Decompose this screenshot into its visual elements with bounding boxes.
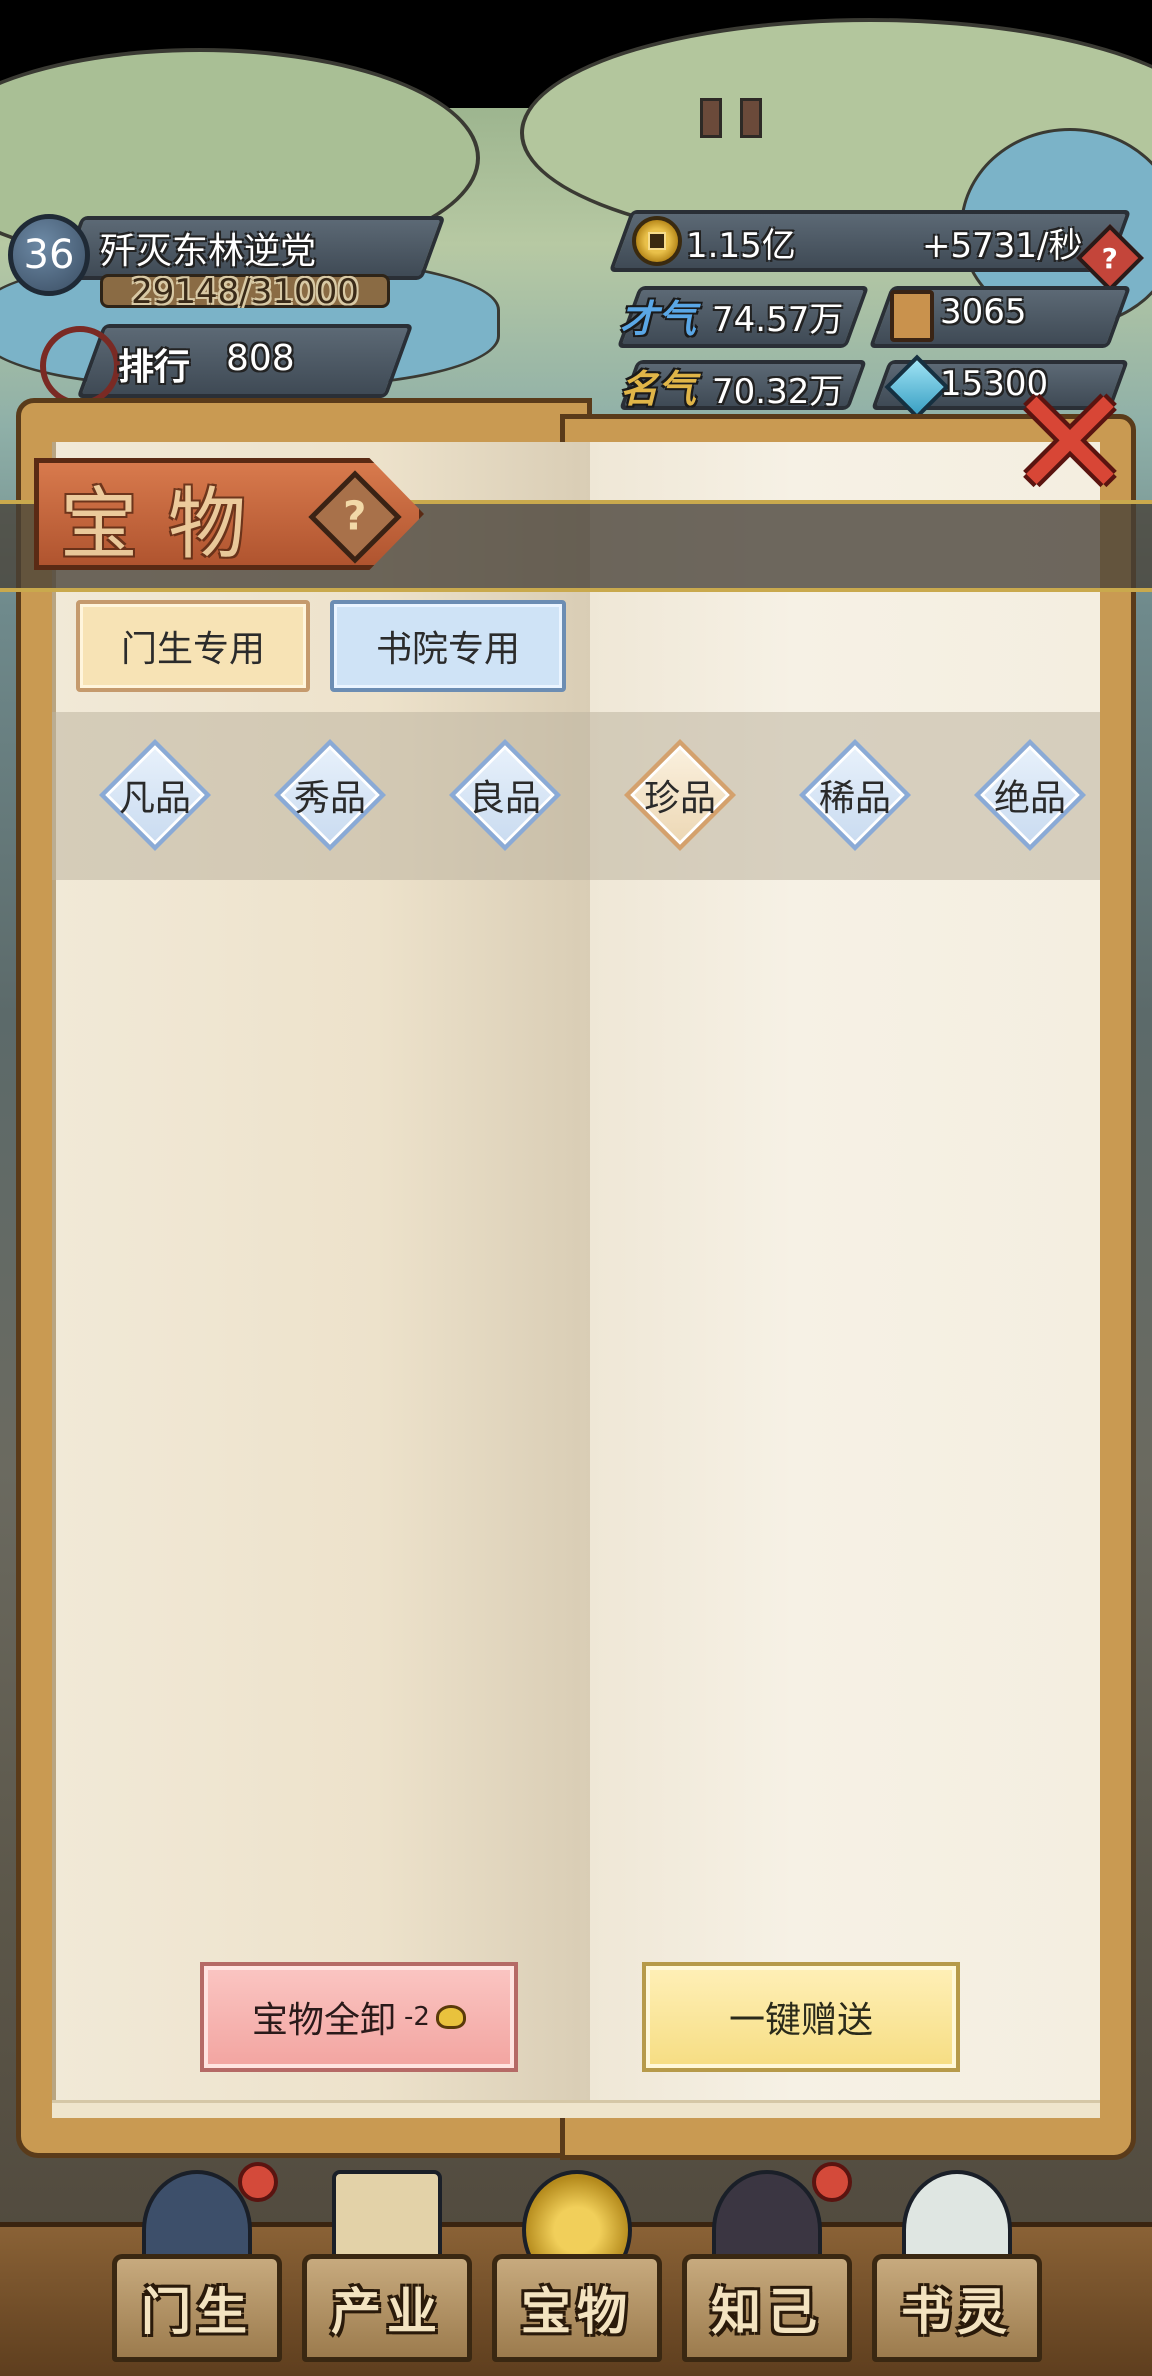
grade-ordinary[interactable]: 凡品 (98, 738, 212, 852)
nav-confidant[interactable]: 知己 (682, 2162, 852, 2364)
coin-amount: 1.15亿 (686, 226, 796, 266)
panel-page-left (52, 442, 590, 2112)
grade-label: 珍品 (643, 778, 716, 819)
coin-rate: +5731/秒 (922, 226, 1083, 266)
grade-fine[interactable]: 秀品 (273, 738, 387, 852)
tab-student-exclusive[interactable]: 门生专用 (76, 600, 310, 692)
nav-label: 知己 (711, 2282, 823, 2341)
unequip-label: 宝物全卸 (252, 2000, 397, 2041)
player-name: 歼灭东林逆党 (100, 231, 317, 272)
rank-value: 808 (226, 338, 295, 379)
grade-good[interactable]: 良品 (448, 738, 562, 852)
close-button[interactable]: ✕ (1007, 369, 1133, 519)
one-click-gift-button[interactable]: 一键赠送 (642, 1962, 960, 2072)
rank-label: 排行 (118, 346, 191, 388)
grade-label: 绝品 (993, 778, 1066, 819)
unequip-all-button[interactable]: 宝物全卸 -2 (200, 1962, 518, 2072)
nav-students[interactable]: 门生 (112, 2162, 282, 2364)
notification-dot (238, 2162, 278, 2202)
grade-label: 秀品 (293, 778, 366, 819)
page-bottom-edge (52, 2100, 1100, 2118)
coin-icon (632, 216, 682, 266)
grade-label: 稀品 (818, 778, 891, 819)
panel-title: 宝物 (60, 480, 277, 570)
nav-book-spirit[interactable]: 书灵 (872, 2164, 1042, 2364)
book-count: 3065 (940, 292, 1027, 332)
talent-amount: 74.57万 (712, 300, 844, 340)
fame-label: 名气 (620, 366, 697, 411)
nav-label: 门生 (141, 2282, 253, 2341)
nav-label: 宝物 (521, 2282, 633, 2341)
exp-text: 29148/31000 (131, 272, 359, 312)
question-icon: ? (343, 493, 367, 540)
book-icon (890, 290, 934, 342)
help-icon-glyph: ? (1101, 241, 1119, 275)
talent-label: 才气 (620, 296, 697, 341)
nav-treasure[interactable]: 宝物 (492, 2164, 662, 2364)
grade-rare[interactable]: 稀品 (798, 738, 912, 852)
level-badge[interactable]: 36 (8, 214, 90, 296)
tab-academy-exclusive[interactable]: 书院专用 (330, 600, 566, 692)
nav-label: 产业 (331, 2282, 443, 2341)
grade-precious[interactable]: 珍品 (623, 738, 737, 852)
unequip-cost: -2 (404, 2002, 430, 2032)
grade-label: 良品 (468, 778, 541, 819)
grade-label: 凡品 (118, 778, 191, 819)
panel-page-right (590, 442, 1100, 2112)
gold-ingot-icon (435, 2005, 466, 2029)
notification-dot (812, 2162, 852, 2202)
grade-supreme[interactable]: 绝品 (973, 738, 1087, 852)
rank-icon (40, 326, 120, 406)
nav-industry[interactable]: 产业 (302, 2164, 472, 2364)
fame-amount: 70.32万 (712, 372, 844, 412)
nav-label: 书灵 (901, 2282, 1013, 2341)
